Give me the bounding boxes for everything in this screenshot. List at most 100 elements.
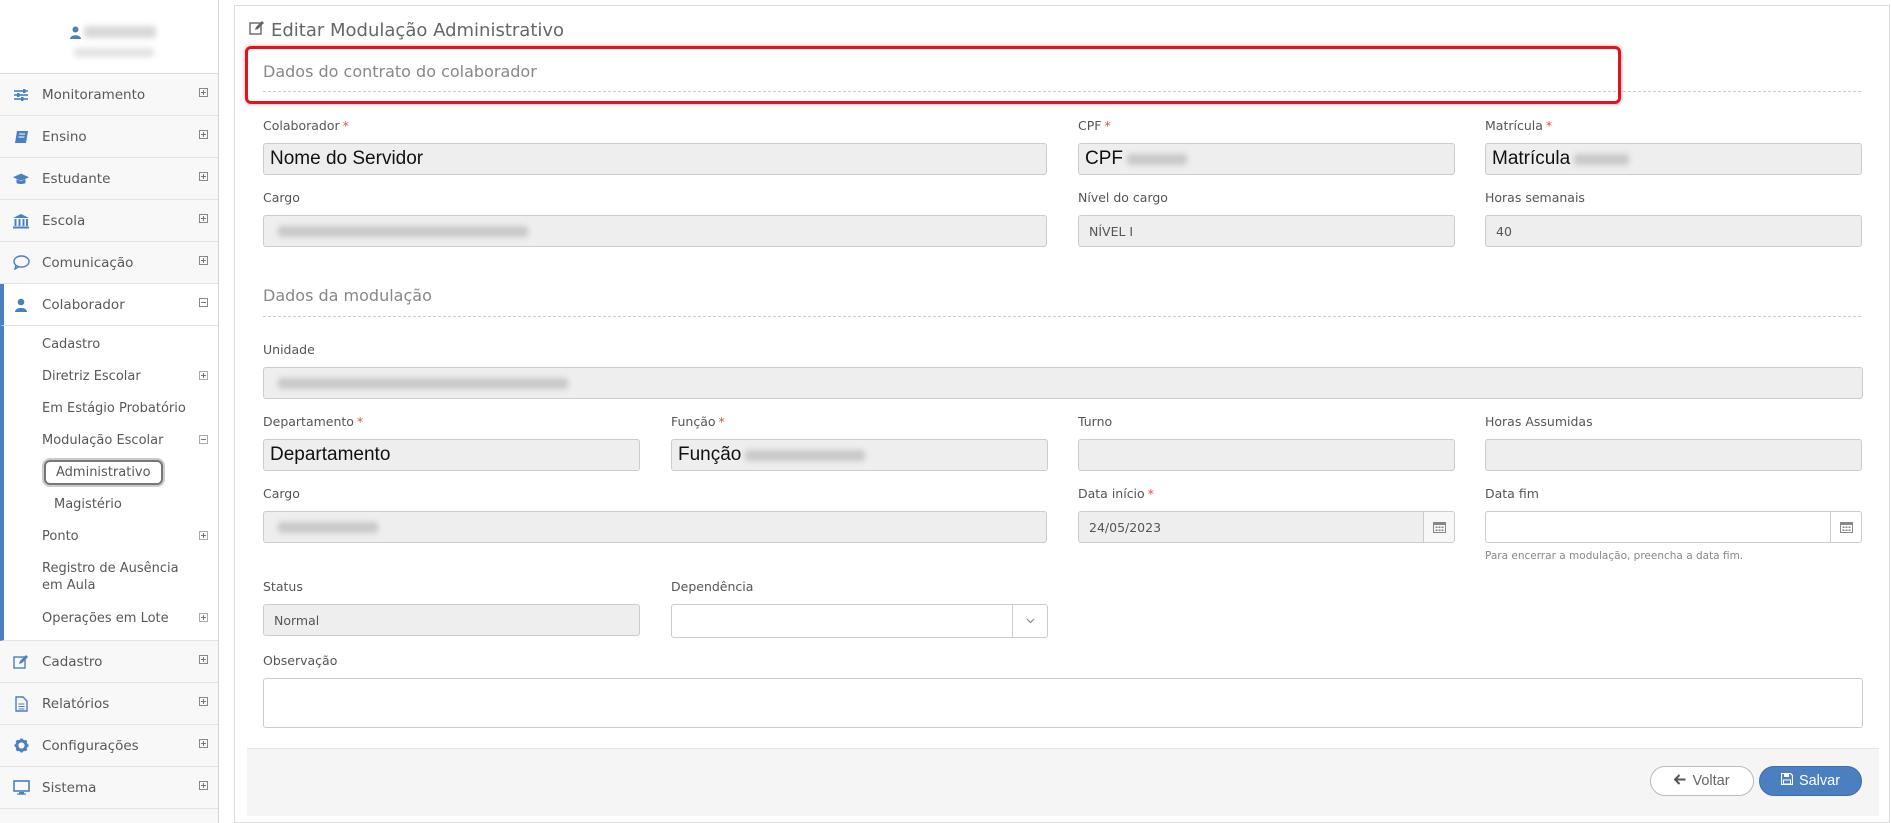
matricula-label: Matrícula * <box>1485 118 1553 133</box>
submenu-item-operacoes-lote[interactable]: Operações em Lote <box>4 602 218 634</box>
edit-icon <box>249 20 265 41</box>
floppy-disk-icon <box>1780 772 1794 789</box>
unidade-field[interactable] <box>263 367 1863 399</box>
section-divider <box>263 316 1861 317</box>
sidebar-item-label: Relatórios <box>42 695 110 712</box>
sidebar-item-relatorios[interactable]: Relatórios <box>0 683 218 725</box>
submenu-item-modulacao-escolar[interactable]: Modulação Escolar <box>4 424 218 456</box>
sidebar-item-comunicacao[interactable]: Comunicação <box>0 242 218 284</box>
collapse-icon[interactable] <box>199 435 208 444</box>
page-title: Editar Modulação Administrativo <box>249 20 564 41</box>
redacted-text <box>1127 153 1187 165</box>
nivel-cargo-field[interactable]: NÍVEL I <box>1078 215 1455 247</box>
document-icon <box>12 695 30 712</box>
back-button-label: Voltar <box>1692 773 1730 789</box>
expand-icon[interactable] <box>199 531 208 540</box>
turno-label: Turno <box>1078 414 1113 429</box>
chevron-down-icon[interactable] <box>1012 605 1047 637</box>
submenu-item-administrativo[interactable]: Administrativo <box>4 456 218 488</box>
expand-icon[interactable] <box>199 88 208 97</box>
sidebar-item-ensino[interactable]: Ensino <box>0 116 218 158</box>
expand-icon[interactable] <box>199 697 208 706</box>
expand-icon[interactable] <box>199 371 208 380</box>
cpf-value: CPF <box>1085 148 1123 169</box>
horas-semanais-value: 40 <box>1496 223 1512 239</box>
redacted-text <box>278 521 378 533</box>
dependencia-label: Dependência <box>671 579 754 594</box>
sidebar-item-label: Configurações <box>42 737 139 754</box>
user-profile-box[interactable] <box>0 0 218 74</box>
monitor-icon <box>12 780 30 795</box>
user-icon <box>12 298 30 312</box>
arrow-left-icon <box>1674 773 1686 789</box>
expand-icon[interactable] <box>199 613 208 622</box>
calendar-icon[interactable] <box>1423 512 1454 542</box>
sidebar-item-label: Colaborador <box>42 296 125 313</box>
cpf-field[interactable]: CPF <box>1078 143 1455 175</box>
bank-icon <box>12 213 30 229</box>
save-button[interactable]: Salvar <box>1759 766 1862 796</box>
submenu-label: Registro de Ausência em Aula <box>42 561 179 593</box>
horas-semanais-label: Horas semanais <box>1485 190 1585 205</box>
modulacao-cargo-field[interactable] <box>263 511 1047 543</box>
sidebar: Monitoramento Ensino Estudante Escola Co… <box>0 0 219 823</box>
observacao-label: Observação <box>263 653 338 668</box>
status-label: Status <box>263 579 303 594</box>
horas-assumidas-field[interactable] <box>1485 439 1862 471</box>
expand-icon[interactable] <box>199 256 208 265</box>
cpf-label: CPF * <box>1078 118 1111 133</box>
redacted-text <box>278 377 568 389</box>
departamento-field[interactable]: Departamento <box>263 439 640 471</box>
data-inicio-field[interactable]: 24/05/2023 <box>1078 511 1455 543</box>
calendar-icon[interactable] <box>1830 512 1861 542</box>
submenu-item-registro-ausencia[interactable]: Registro de Ausência em Aula <box>4 552 218 602</box>
submenu-label: Magistério <box>54 496 122 512</box>
sidebar-item-configuracoes[interactable]: Configurações <box>0 725 218 767</box>
submenu-item-magisterio[interactable]: Magistério <box>4 488 218 520</box>
expand-icon[interactable] <box>199 739 208 748</box>
data-inicio-value: 24/05/2023 <box>1089 519 1162 535</box>
matricula-field[interactable]: Matrícula <box>1485 143 1862 175</box>
horas-semanais-field[interactable]: 40 <box>1485 215 1862 247</box>
dependencia-select[interactable] <box>671 604 1048 638</box>
cargo-field[interactable] <box>263 215 1047 247</box>
back-button[interactable]: Voltar <box>1650 766 1754 796</box>
chat-bubble-icon <box>12 255 30 270</box>
turno-field[interactable] <box>1078 439 1455 471</box>
redacted-text <box>745 449 866 461</box>
expand-icon[interactable] <box>199 214 208 223</box>
submenu-item-estagio-probatorio[interactable]: Em Estágio Probatório <box>4 392 218 424</box>
observacao-textarea[interactable] <box>263 678 1863 728</box>
sidebar-item-estudante[interactable]: Estudante <box>0 158 218 200</box>
expand-icon[interactable] <box>199 655 208 664</box>
funcao-field[interactable]: Função <box>671 439 1048 471</box>
colaborador-field[interactable]: Nome do Servidor <box>263 143 1047 175</box>
redacted-text <box>278 225 528 237</box>
submenu-item-diretriz-escolar[interactable]: Diretriz Escolar <box>4 360 218 392</box>
collapse-icon[interactable] <box>199 298 208 307</box>
gear-icon <box>12 738 30 753</box>
submenu-item-ponto[interactable]: Ponto <box>4 520 218 552</box>
nivel-cargo-label: Nível do cargo <box>1078 190 1168 205</box>
submenu-item-cadastro[interactable]: Cadastro <box>4 328 218 360</box>
matricula-value: Matrícula <box>1492 148 1571 169</box>
status-field[interactable]: Normal <box>263 604 640 636</box>
sidebar-item-escola[interactable]: Escola <box>0 200 218 242</box>
sidebar-item-sistema[interactable]: Sistema <box>0 767 218 809</box>
sidebar-item-cadastro[interactable]: Cadastro <box>0 641 218 683</box>
expand-icon[interactable] <box>199 172 208 181</box>
expand-icon[interactable] <box>199 130 208 139</box>
data-inicio-label: Data início * <box>1078 486 1154 501</box>
sidebar-item-colaborador[interactable]: Colaborador <box>0 284 218 326</box>
sidebar-item-label: Cadastro <box>42 653 103 670</box>
data-fim-hint: Para encerrar a modulação, preencha a da… <box>1485 550 1744 562</box>
colaborador-submenu: Cadastro Diretriz Escolar Em Estágio Pro… <box>0 326 218 641</box>
data-fim-field[interactable] <box>1485 511 1862 543</box>
form-footer <box>247 748 1879 816</box>
sidebar-item-monitoramento[interactable]: Monitoramento <box>0 74 218 116</box>
expand-icon[interactable] <box>199 781 208 790</box>
colaborador-label: Colaborador * <box>263 118 349 133</box>
submenu-label: Diretriz Escolar <box>42 368 141 384</box>
sidebar-item-label: Sistema <box>42 779 97 796</box>
funcao-label: Função * <box>671 414 725 429</box>
